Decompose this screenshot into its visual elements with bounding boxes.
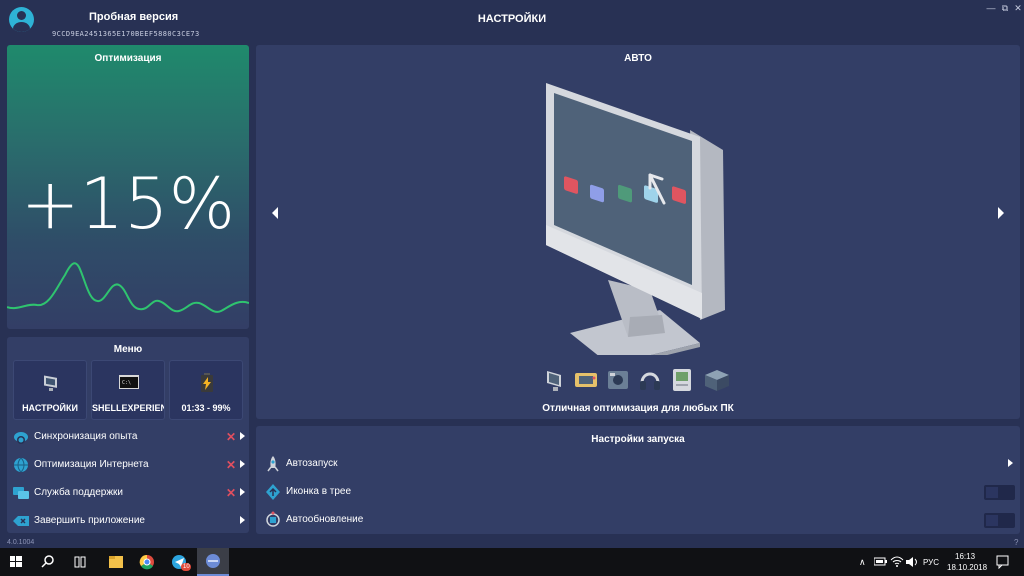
cloud-sync-icon: [14, 432, 28, 444]
launch-item-autostart[interactable]: Автозапуск: [256, 451, 1020, 477]
optimization-panel: Оптимизация +15%: [7, 45, 249, 329]
chevron-right-icon: [240, 488, 245, 496]
chat-icon: [13, 487, 29, 499]
menu-item-internet-label: Оптимизация Интернета: [34, 459, 149, 470]
mode-icons: [547, 369, 729, 391]
tile-settings-label: НАСТРОЙКИ: [22, 403, 78, 413]
tile-settings[interactable]: НАСТРОЙКИ: [13, 360, 87, 420]
clock-time[interactable]: 16:13: [955, 552, 975, 561]
title-bar: Пробная версия 9CCD9EA2451365E170BEEF588…: [0, 0, 1024, 40]
battery-icon: [201, 373, 213, 392]
auto-mode-panel: АВТО Отличная оптимизация для любых ПК: [256, 45, 1020, 419]
menu-item-sync[interactable]: Синхронизация опыта ✕: [7, 424, 249, 450]
update-icon: [266, 511, 280, 527]
menu-item-exit-label: Завершить приложение: [34, 515, 145, 526]
tray-icon-label: Иконка в трее: [286, 486, 352, 497]
restore-button[interactable]: ⧉: [1000, 3, 1010, 14]
autoupdate-label: Автообновление: [286, 514, 364, 525]
auto-mode-title: АВТО: [624, 53, 652, 64]
chevron-right-icon: [240, 432, 245, 440]
task-view-icon: [74, 556, 86, 568]
telegram-taskbar-item[interactable]: 10: [163, 548, 195, 576]
chrome-taskbar-item[interactable]: [131, 548, 163, 576]
launch-settings-title: Настройки запуска: [591, 434, 685, 445]
terminal-icon: C:\: [119, 375, 139, 389]
hardware-id: 9CCD9EA2451365E170BEEF5880C3CE73: [52, 30, 200, 38]
menu-item-sync-label: Синхронизация опыта: [34, 431, 138, 442]
gamepad-icon[interactable]: [575, 373, 597, 387]
search-icon: [41, 555, 54, 568]
retro-pc-icon[interactable]: [673, 369, 691, 391]
app-icon: [206, 554, 220, 568]
auto-mode-caption: Отличная оптимизация для любых ПК: [542, 403, 734, 414]
menu-item-internet[interactable]: Оптимизация Интернета ✕: [7, 452, 249, 478]
media-icon[interactable]: [608, 371, 628, 389]
search-button[interactable]: [32, 548, 64, 576]
task-view-button[interactable]: [64, 548, 96, 576]
chrome-icon: [139, 554, 154, 570]
globe-icon: [14, 457, 28, 473]
autostart-label: Автозапуск: [286, 458, 338, 469]
previous-mode-button[interactable]: [272, 207, 278, 219]
start-button[interactable]: [0, 548, 32, 576]
tile-shellexperien-label: SHELLEXPERIEN: [92, 403, 164, 413]
monitor-illustration: [546, 83, 725, 355]
menu-panel: Меню НАСТРОЙКИ C:\ SHELLEXPERIEN 01:33 -…: [7, 337, 249, 533]
launch-item-autoupdate: Автообновление: [256, 507, 1020, 533]
sync-status-icon: ✕: [226, 430, 237, 444]
clock-date[interactable]: 18.10.2018: [947, 563, 987, 572]
server-icon[interactable]: [705, 370, 729, 391]
tile-shellexperien[interactable]: C:\ SHELLEXPERIEN: [91, 360, 165, 420]
launch-item-tray-icon: Иконка в трее: [256, 479, 1020, 505]
windows-logo-icon: [10, 556, 22, 567]
exit-icon: [13, 516, 29, 526]
telegram-badge: 10: [183, 564, 190, 570]
optimizer-taskbar-item[interactable]: [197, 548, 229, 576]
tray-icon-toggle[interactable]: [984, 485, 1015, 500]
tile-battery-label: 01:33 - 99%: [181, 403, 231, 413]
menu-title: Меню: [113, 344, 143, 355]
app-version: 4.0.1004: [7, 539, 35, 546]
menu-item-support-label: Служба поддержки: [34, 487, 124, 498]
close-button[interactable]: ✕: [1013, 3, 1023, 14]
support-status-icon: ✕: [226, 486, 237, 500]
optimization-wave: [7, 262, 249, 313]
menu-item-support[interactable]: Служба поддержки ✕: [7, 480, 249, 506]
telegram-icon: [172, 555, 191, 571]
optimization-value: +15%: [20, 163, 236, 245]
headphones-icon[interactable]: [640, 372, 660, 390]
autoupdate-toggle[interactable]: [984, 513, 1015, 528]
explorer-taskbar-item[interactable]: [100, 548, 132, 576]
internet-status-icon: ✕: [226, 458, 237, 472]
taskbar: 10 ∧ РУС 16:13 18.10.2018: [0, 548, 1024, 576]
pc-icon[interactable]: [547, 371, 561, 391]
chevron-right-icon: [1008, 459, 1013, 467]
notifications-icon[interactable]: [996, 555, 1010, 569]
help-button[interactable]: ?: [1014, 538, 1018, 547]
wifi-icon[interactable]: [890, 556, 904, 568]
language-indicator[interactable]: РУС: [923, 558, 939, 567]
rocket-icon: [267, 456, 279, 472]
minimize-button[interactable]: —: [986, 3, 996, 13]
chevron-right-icon: [240, 460, 245, 468]
folder-icon: [109, 556, 123, 568]
svg-text:C:\: C:\: [122, 380, 131, 386]
tile-battery[interactable]: 01:33 - 99%: [169, 360, 243, 420]
tray-icon: [266, 484, 280, 500]
volume-icon[interactable]: [905, 556, 919, 568]
page-title: НАСТРОЙКИ: [477, 13, 547, 25]
chevron-right-icon: [240, 516, 245, 524]
tray-overflow-icon[interactable]: ∧: [859, 557, 866, 568]
monitor-icon: [44, 375, 57, 391]
battery-tray-icon[interactable]: [874, 556, 888, 568]
menu-item-exit[interactable]: Завершить приложение: [7, 508, 249, 534]
next-mode-button[interactable]: [998, 207, 1004, 219]
optimization-title: Оптимизация: [94, 53, 162, 64]
launch-settings-panel: Настройки запуска Автозапуск Иконка в тр…: [256, 426, 1020, 534]
